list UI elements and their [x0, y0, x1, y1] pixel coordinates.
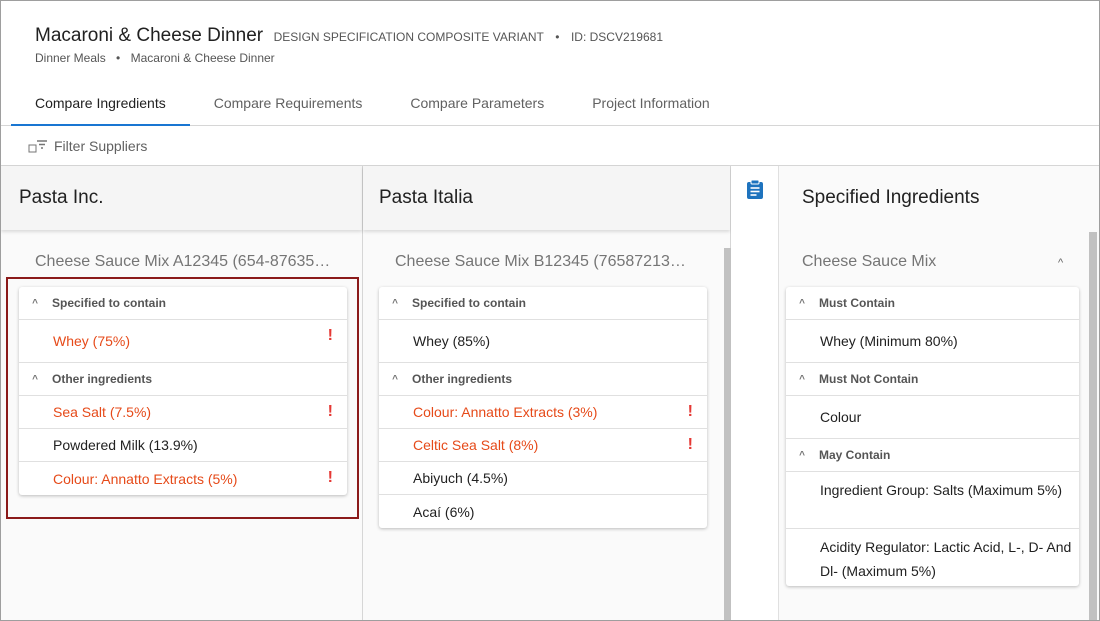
chevron-up-icon[interactable]: ^ [389, 298, 401, 309]
supplier-header: Pasta Italia [363, 166, 730, 230]
tab-compare-requirements[interactable]: Compare Requirements [190, 85, 387, 126]
section-title: Must Contain [819, 296, 895, 310]
section-may-contain[interactable]: ^ May Contain [786, 439, 1079, 472]
supplier-name: Pasta Inc. [19, 187, 104, 208]
requirement-row[interactable]: Whey (Minimum 80%) [786, 320, 1079, 363]
side-strip [731, 166, 779, 620]
section-must-not-contain[interactable]: ^ Must Not Contain [786, 363, 1079, 396]
specified-header: Specified Ingredients [779, 166, 1099, 230]
scrollbar[interactable] [1089, 232, 1097, 620]
app-window: Macaroni & Cheese Dinner DESIGN SPECIFIC… [0, 0, 1100, 621]
ingredient-name: Acaí (6%) [413, 503, 475, 520]
collapse-group-chevron-icon[interactable]: ^ [1058, 257, 1063, 269]
product-title: Cheese Sauce Mix A12345 (654-87635… [35, 253, 331, 270]
chevron-up-icon[interactable]: ^ [389, 374, 401, 385]
ingredient-row[interactable]: Celtic Sea Salt (8%) ! [379, 429, 707, 462]
product-title: Cheese Sauce Mix B12345 (76587213… [395, 253, 686, 270]
ingredient-name: Celtic Sea Salt (8%) [413, 437, 539, 453]
chevron-up-icon[interactable]: ^ [796, 374, 808, 385]
page-header: Macaroni & Cheese Dinner DESIGN SPECIFIC… [1, 1, 1099, 126]
highlight-box [6, 277, 359, 519]
requirement-text: Whey (Minimum 80%) [820, 333, 958, 349]
section-specified-to-contain[interactable]: ^ Specified to contain [379, 287, 707, 320]
ingredient-row[interactable]: Abiyuch (4.5%) [379, 462, 707, 495]
tab-compare-ingredients[interactable]: Compare Ingredients [11, 85, 190, 126]
specified-card: ^ Must Contain Whey (Minimum 80%) ^ Must… [786, 287, 1079, 586]
requirement-text: Ingredient Group: Salts (Maximum 5%) [820, 482, 1062, 498]
section-must-contain[interactable]: ^ Must Contain [786, 287, 1079, 320]
filter-suppliers-label: Filter Suppliers [54, 138, 148, 154]
section-title: May Contain [819, 448, 891, 462]
requirement-text: Colour [820, 409, 862, 425]
section-other-ingredients[interactable]: ^ Other ingredients [379, 363, 707, 396]
ingredient-name: Colour: Annatto Extracts (3%) [413, 404, 598, 420]
filter-bar: Filter Suppliers [1, 126, 1099, 166]
filter-icon [28, 138, 48, 154]
ingredient-card: ^ Specified to contain Whey (85%) ^ Othe… [379, 287, 707, 528]
ingredient-row[interactable]: Whey (85%) [379, 320, 707, 363]
specified-ingredients-column: Specified Ingredients Cheese Sauce Mix ^… [779, 166, 1099, 620]
supplier-header: Pasta Inc. [1, 166, 362, 230]
ingredient-name: Abiyuch (4.5%) [413, 470, 508, 486]
title-row: Macaroni & Cheese Dinner DESIGN SPECIFIC… [35, 25, 663, 47]
spec-id: ID: DSCV219681 [570, 30, 664, 44]
warning-icon: ! [687, 403, 693, 420]
supplier-column-pasta-italia: Pasta Italia Cheese Sauce Mix B12345 (76… [363, 166, 731, 620]
scrollbar[interactable] [724, 248, 731, 620]
section-title: Specified to contain [412, 296, 527, 310]
tab-bar: Compare Ingredients Compare Requirements… [11, 85, 734, 126]
chevron-up-icon[interactable]: ^ [796, 450, 808, 461]
breadcrumb-item[interactable]: Dinner Meals [35, 51, 106, 65]
clipboard-icon[interactable] [746, 179, 764, 199]
requirement-row[interactable]: Colour [786, 396, 1079, 439]
filter-suppliers-button[interactable]: Filter Suppliers [28, 138, 147, 154]
title-separator: • [555, 30, 560, 44]
section-title: Other ingredients [412, 372, 513, 386]
ingredient-row[interactable]: Acaí (6%) [379, 495, 707, 528]
breadcrumb-separator: • [116, 51, 121, 65]
ingredient-name: Whey (85%) [413, 333, 491, 349]
breadcrumb-item[interactable]: Macaroni & Cheese Dinner [131, 51, 275, 65]
ingredient-row[interactable]: Colour: Annatto Extracts (3%) ! [379, 396, 707, 429]
supplier-name: Pasta Italia [379, 187, 473, 208]
warning-icon: ! [687, 436, 693, 453]
group-title: Cheese Sauce Mix [802, 253, 937, 270]
section-title: Must Not Contain [819, 372, 919, 386]
requirement-text: Acidity Regulator: Lactic Acid, L-, D- A… [820, 539, 1072, 579]
page-title: Macaroni & Cheese Dinner [35, 25, 264, 46]
breadcrumb: Dinner Meals • Macaroni & Cheese Dinner [35, 51, 275, 65]
requirement-row[interactable]: Acidity Regulator: Lactic Acid, L-, D- A… [786, 529, 1079, 586]
chevron-up-icon[interactable]: ^ [796, 298, 808, 309]
tab-compare-parameters[interactable]: Compare Parameters [386, 85, 568, 126]
requirement-row[interactable]: Ingredient Group: Salts (Maximum 5%) [786, 472, 1079, 529]
specified-title: Specified Ingredients [802, 187, 980, 208]
page-subtitle: DESIGN SPECIFICATION COMPOSITE VARIANT [273, 30, 544, 44]
tab-project-information[interactable]: Project Information [568, 85, 734, 126]
